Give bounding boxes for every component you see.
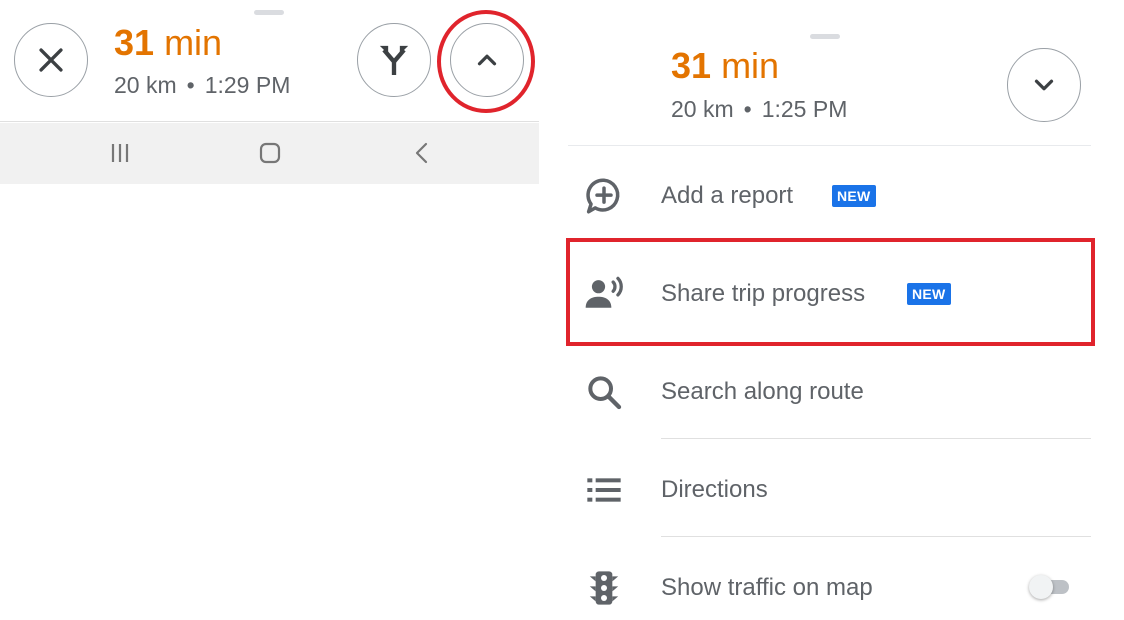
list-icon bbox=[582, 468, 626, 512]
menu-item-show-traffic[interactable]: Show traffic on map bbox=[568, 540, 1091, 620]
home-icon[interactable] bbox=[258, 141, 282, 165]
menu-item-label: Add a report bbox=[661, 182, 794, 209]
highlight-box-annotation bbox=[566, 238, 1095, 346]
highlight-circle-annotation bbox=[437, 10, 535, 113]
menu-item-label: Search along route bbox=[661, 378, 864, 405]
collapse-trip-menu-button[interactable] bbox=[1007, 48, 1081, 122]
search-icon bbox=[582, 370, 626, 414]
traffic-light-icon bbox=[582, 566, 626, 610]
navigation-collapsed-panel: 31 min 20 km • 1:29 PM bbox=[0, 0, 539, 620]
eta-time: 31 min bbox=[114, 22, 222, 64]
distance: 20 km bbox=[114, 72, 177, 98]
separator-dot: • bbox=[186, 72, 195, 98]
traffic-toggle[interactable] bbox=[1029, 575, 1073, 599]
new-badge: NEW bbox=[832, 185, 876, 207]
arrival-time: 1:29 PM bbox=[204, 72, 291, 98]
menu-item-directions[interactable]: Directions bbox=[568, 442, 1091, 538]
menu-item-search-along-route[interactable]: Search along route bbox=[568, 344, 1091, 440]
close-icon bbox=[39, 48, 63, 72]
add-report-icon bbox=[582, 174, 626, 218]
distance: 20 km bbox=[671, 96, 734, 122]
menu-item-label: Directions bbox=[661, 476, 768, 503]
drag-handle[interactable] bbox=[810, 34, 840, 39]
trip-meta: 20 km • 1:25 PM bbox=[671, 96, 847, 123]
recents-icon[interactable] bbox=[108, 141, 132, 165]
arrival-time: 1:25 PM bbox=[761, 96, 848, 122]
navigation-expanded-panel: 31 min 20 km • 1:25 PM Add a report NEW bbox=[540, 0, 1124, 620]
eta-unit: min bbox=[721, 45, 780, 86]
system-navigation-bar bbox=[0, 123, 539, 184]
drag-handle[interactable] bbox=[254, 10, 284, 15]
eta-unit: min bbox=[164, 22, 223, 63]
eta-value: 31 bbox=[671, 45, 712, 86]
alternate-routes-icon bbox=[379, 45, 409, 75]
close-navigation-button[interactable] bbox=[14, 23, 88, 97]
back-icon[interactable] bbox=[410, 141, 434, 165]
trip-summary-sheet: 31 min 20 km • 1:29 PM bbox=[0, 0, 539, 122]
menu-item-label: Show traffic on map bbox=[661, 574, 873, 601]
eta-value: 31 bbox=[114, 22, 155, 63]
header-divider bbox=[568, 145, 1091, 146]
item-divider bbox=[661, 536, 1091, 537]
chevron-down-icon bbox=[1034, 79, 1054, 91]
alternate-routes-button[interactable] bbox=[357, 23, 431, 97]
eta-time: 31 min bbox=[671, 45, 779, 87]
item-divider bbox=[661, 438, 1091, 439]
toggle-knob bbox=[1029, 575, 1053, 599]
menu-item-add-report[interactable]: Add a report NEW bbox=[568, 148, 1091, 244]
trip-meta: 20 km • 1:29 PM bbox=[114, 72, 290, 99]
separator-dot: • bbox=[743, 96, 752, 122]
